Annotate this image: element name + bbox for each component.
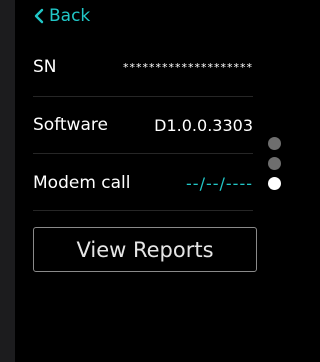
software-label: Software [33,115,108,135]
page-dot[interactable] [267,177,281,190]
sn-value: ******************** [123,60,253,74]
back-label: Back [49,6,91,26]
view-reports-button[interactable]: View Reports [33,227,257,272]
divider [33,210,253,211]
software-value: D1.0.0.3303 [154,115,253,135]
software-row: Software D1.0.0.3303 [33,110,253,140]
page-dot[interactable] [267,137,281,150]
page-dot[interactable] [267,157,281,170]
chevron-left-icon [34,8,44,24]
modem-call-label: Modem call [33,173,131,193]
left-side-strip [0,0,15,362]
back-link[interactable]: Back [33,4,90,28]
sn-row: SN ******************** [33,52,253,82]
divider [33,153,253,154]
modem-call-value: --/--/---- [186,173,253,193]
sn-label: SN [33,57,57,77]
divider [33,96,253,97]
page-indicator [267,137,281,190]
modem-call-row: Modem call --/--/---- [33,168,253,198]
